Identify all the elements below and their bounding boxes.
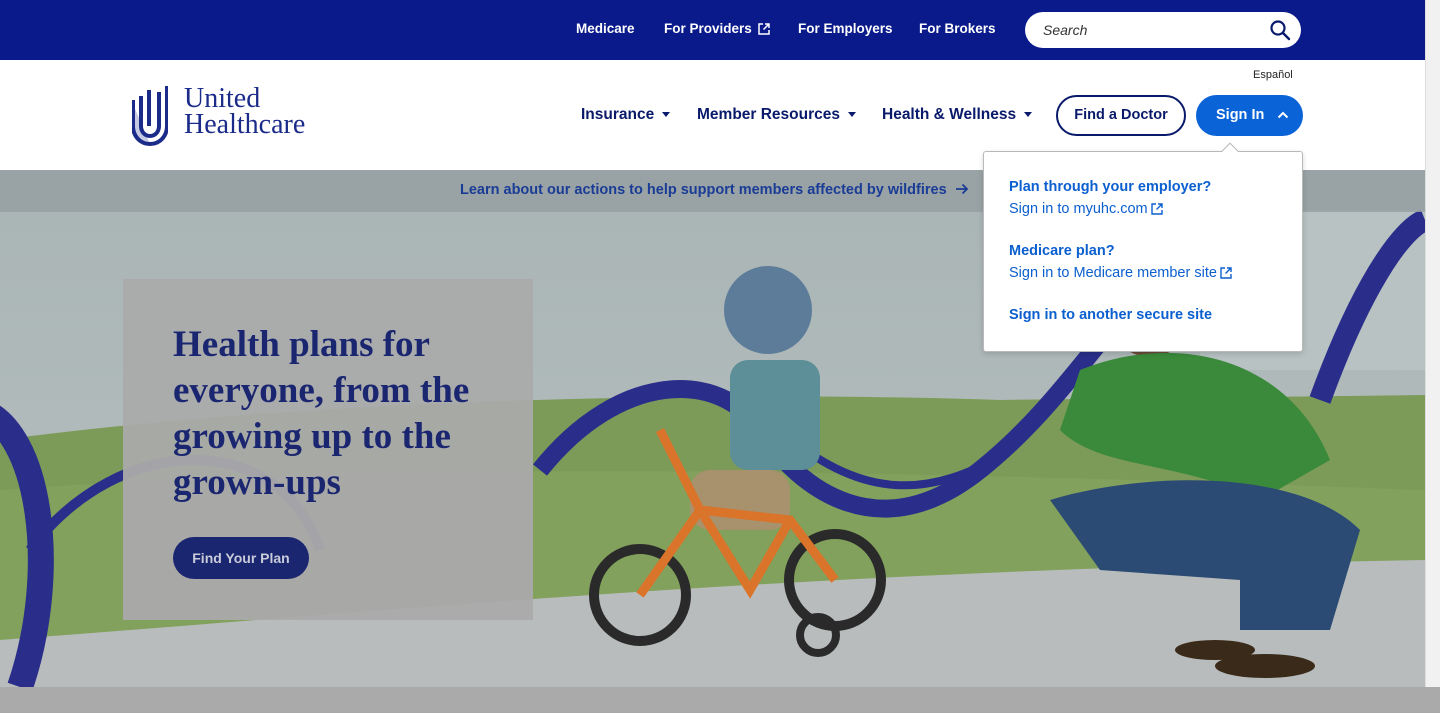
scrollbar[interactable] <box>1425 0 1440 687</box>
nav-member-resources[interactable]: Member Resources <box>697 106 857 124</box>
sign-in-button[interactable]: Sign In <box>1196 95 1303 136</box>
nav-insurance-label: Insurance <box>581 106 655 123</box>
nav-insurance[interactable]: Insurance <box>581 106 671 124</box>
for-providers-link[interactable]: For Providers <box>664 21 770 36</box>
medicare-sign-in-link[interactable]: Sign in to Medicare member site <box>1009 265 1232 281</box>
medicare-plan-heading: Medicare plan? <box>1009 243 1115 259</box>
other-secure-site-link[interactable]: Sign in to another secure site <box>1009 307 1212 323</box>
logo-line-2: Healthcare <box>184 109 306 140</box>
for-brokers-link[interactable]: For Brokers <box>919 21 996 36</box>
search-icon[interactable] <box>1269 19 1291 41</box>
espanol-link[interactable]: Español <box>1253 69 1293 81</box>
sign-in-dropdown: Plan through your employer? Sign in to m… <box>983 142 1303 352</box>
hero-title: Health plans for everyone, from the grow… <box>173 324 470 503</box>
external-link-icon <box>1150 203 1163 215</box>
wildfire-alert-link[interactable]: Learn about our actions to help support … <box>460 182 969 198</box>
nav-health-wellness[interactable]: Health & Wellness <box>882 106 1033 124</box>
myuhc-sign-in-link[interactable]: Sign in to myuhc.com <box>1009 201 1163 217</box>
logo-wordmark: United Healthcare <box>184 85 306 140</box>
nav-member-resources-label: Member Resources <box>697 106 841 123</box>
medicare-link[interactable]: Medicare <box>576 21 635 36</box>
unitedhealthcare-logo[interactable]: United Healthcare <box>132 84 332 148</box>
myuhc-sign-in-label: Sign in to myuhc.com <box>1009 201 1148 217</box>
arrow-right-icon <box>955 183 968 195</box>
page-footer-strip <box>0 687 1440 713</box>
external-link-icon <box>1220 267 1232 279</box>
caret-down-icon <box>662 112 671 117</box>
find-your-plan-button[interactable]: Find Your Plan <box>173 537 309 579</box>
utility-bar: Medicare For Providers For Employers For… <box>0 0 1425 60</box>
search-box <box>1025 12 1301 48</box>
chevron-up-icon <box>1277 111 1289 119</box>
hero-card: Health plans for everyone, from the grow… <box>123 279 533 620</box>
for-providers-label: For Providers <box>664 21 752 36</box>
logo-mark-icon <box>132 86 168 146</box>
external-link-icon <box>758 23 770 35</box>
caret-down-icon <box>1024 112 1033 117</box>
sign-in-label: Sign In <box>1216 107 1265 123</box>
medicare-sign-in-label: Sign in to Medicare member site <box>1009 265 1217 281</box>
employer-plan-heading: Plan through your employer? <box>1009 179 1212 195</box>
caret-down-icon <box>848 112 857 117</box>
search-input[interactable] <box>1043 20 1258 40</box>
nav-health-wellness-label: Health & Wellness <box>882 106 1017 123</box>
find-a-doctor-button[interactable]: Find a Doctor <box>1056 95 1186 136</box>
for-employers-link[interactable]: For Employers <box>798 21 893 36</box>
wildfire-alert-text: Learn about our actions to help support … <box>460 182 947 198</box>
